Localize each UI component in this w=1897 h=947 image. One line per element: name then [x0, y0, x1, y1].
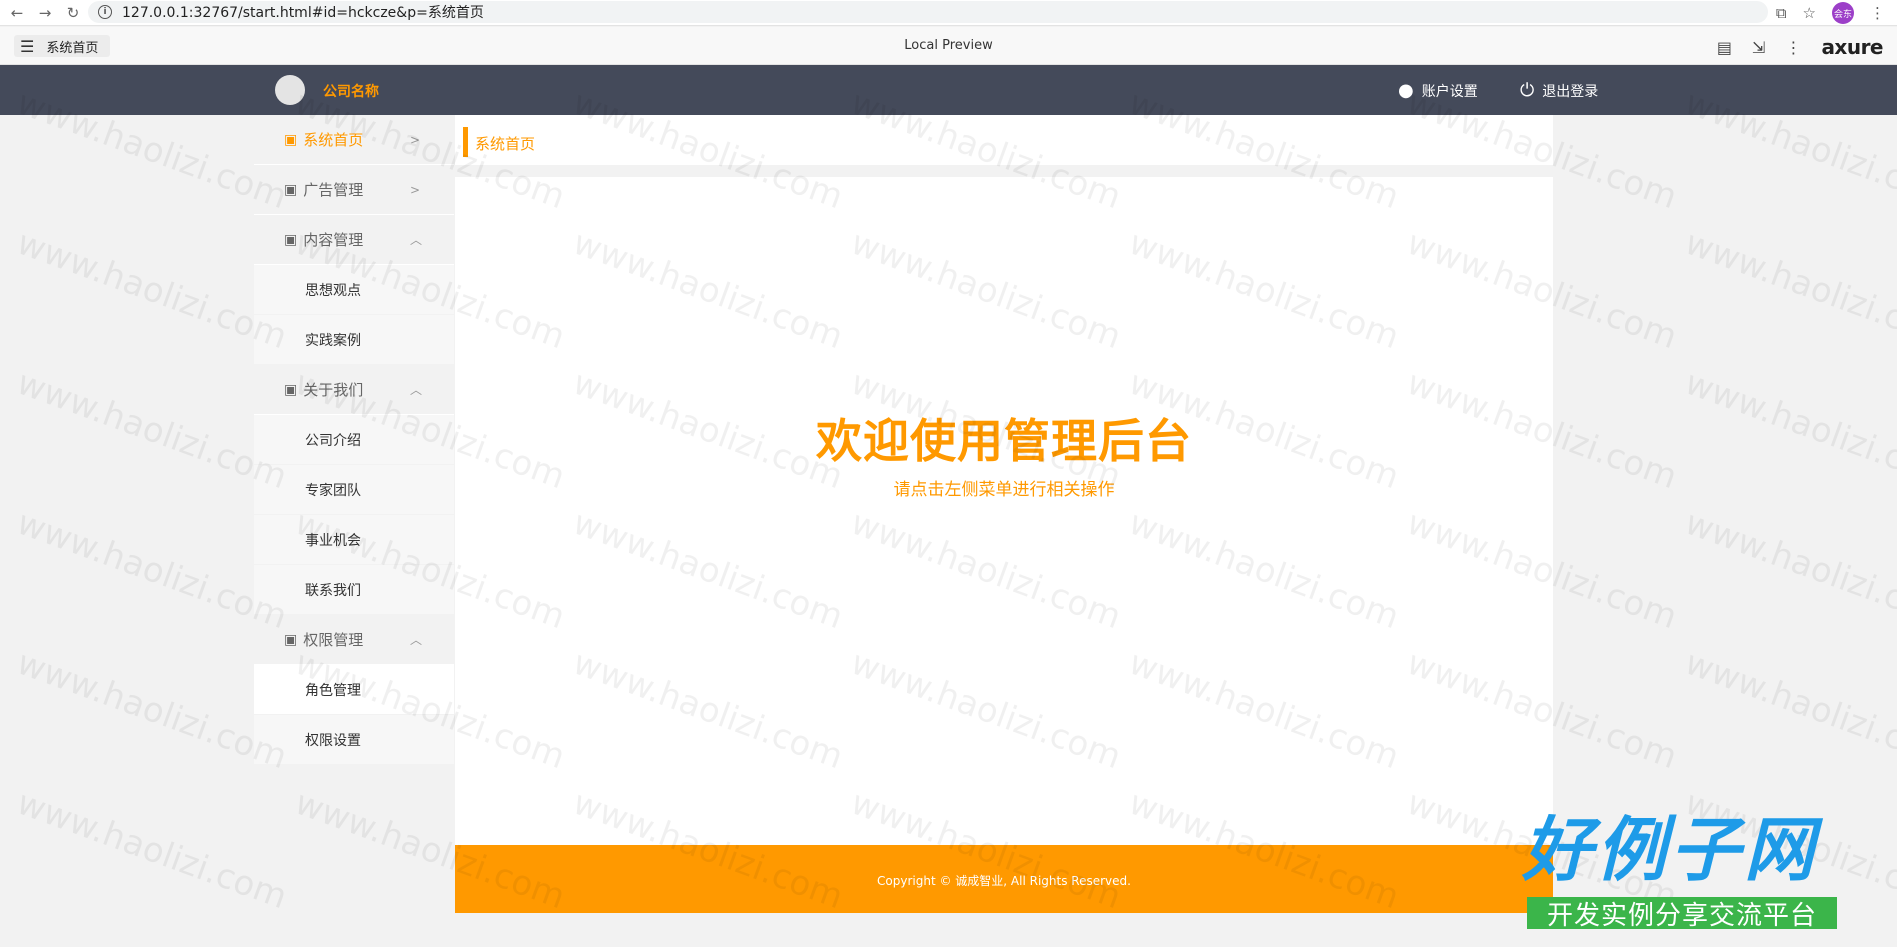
watermark-text: www.haolizi.com [11, 362, 293, 498]
menu-label: 关于我们 [303, 381, 364, 399]
app-header: 公司名称 ● 账户设置 ⏻ 退出登录 [0, 65, 1897, 115]
watermark-text: www.haolizi.com [1679, 502, 1897, 638]
sidebar-subitem-cases[interactable]: 实践案例 [254, 315, 454, 365]
menu-label: 广告管理 [303, 181, 364, 199]
sidebar-item-content[interactable]: ▣ 内容管理 ︿ [254, 215, 454, 265]
user-icon: ● [1398, 80, 1414, 101]
forward-icon[interactable]: → [34, 2, 56, 24]
url-text: 127.0.0.1:32767/start.html#id=hckcze&p=系… [122, 5, 484, 21]
watermark-text: www.haolizi.com [1679, 222, 1897, 358]
chevron-up-icon: ︿ [410, 633, 423, 647]
watermark-text: www.haolizi.com [11, 502, 293, 638]
watermark-text: www.haolizi.com [1679, 642, 1897, 778]
sidebar: ▣ 系统首页 > ▣ 广告管理 > ▣ 内容管理 ︿ 思想观点 实践案例 ▣ 关… [254, 115, 454, 913]
sidebar-item-about[interactable]: ▣ 关于我们 ︿ [254, 365, 454, 415]
more-options-icon[interactable]: ⋮ [1785, 38, 1801, 57]
preview-label: Local Preview [904, 38, 993, 53]
sidebar-subitem-roles[interactable]: 角色管理 [254, 665, 454, 715]
axure-toolbar: ☰ 系统首页 Local Preview ▤ ⇲ ⋮ axure [0, 27, 1897, 65]
watermark-text: www.haolizi.com [1679, 362, 1897, 498]
info-icon[interactable]: i [98, 5, 112, 19]
sidebar-subitem-company-intro[interactable]: 公司介绍 [254, 415, 454, 465]
menu-label: 系统首页 [303, 131, 364, 149]
newspaper-icon: ▣ [284, 131, 298, 148]
company-name: 公司名称 [323, 84, 379, 100]
logout-label: 退出登录 [1542, 83, 1599, 100]
footer: Copyright © 诚成智业, All Rights Reserved. [455, 845, 1553, 913]
watermark-text: www.haolizi.com [11, 642, 293, 778]
brand-watermark-main: 好例子网 [1522, 809, 1818, 891]
sidebar-subitem-viewpoints[interactable]: 思想观点 [254, 265, 454, 315]
chevron-right-icon: > [410, 182, 421, 197]
back-icon[interactable]: ← [6, 2, 28, 24]
menu-label: 内容管理 [303, 231, 364, 249]
newspaper-icon: ▣ [284, 181, 298, 198]
notes-icon[interactable]: ▤ [1717, 38, 1732, 57]
sidebar-subitem-permission-settings[interactable]: 权限设置 [254, 715, 454, 765]
sidebar-item-home[interactable]: ▣ 系统首页 > [254, 115, 454, 165]
brand-watermark: 好例子网 开发实例分享交流平台 [1520, 809, 1837, 935]
chevron-up-icon: ︿ [410, 383, 423, 397]
power-icon: ⏻ [1520, 80, 1535, 101]
adapt-view-icon[interactable]: ⇲ [1752, 38, 1765, 57]
sidebar-subitem-experts[interactable]: 专家团队 [254, 465, 454, 515]
company-logo [275, 75, 305, 105]
watermark-text: www.haolizi.com [11, 782, 293, 918]
star-icon[interactable]: ☆ [1803, 4, 1816, 22]
logout-button[interactable]: ⏻ 退出登录 [1520, 80, 1598, 101]
welcome-subtitle: 请点击左侧菜单进行相关操作 [893, 480, 1115, 500]
sidebar-item-ads[interactable]: ▣ 广告管理 > [254, 165, 454, 215]
profile-avatar[interactable]: 会东 [1832, 2, 1854, 24]
account-settings-label: 账户设置 [1421, 83, 1478, 100]
breadcrumb-accent [463, 127, 468, 157]
account-settings-button[interactable]: ● 账户设置 [1398, 80, 1478, 101]
reload-icon[interactable]: ↻ [62, 2, 84, 24]
sidebar-item-permissions[interactable]: ▣ 权限管理 ︿ [254, 615, 454, 665]
newspaper-icon: ▣ [284, 381, 298, 398]
browser-actions: ⧉ ☆ 会东 ⋮ [1776, 2, 1885, 24]
welcome-title: 欢迎使用管理后台 [816, 414, 1192, 468]
sidebar-subitem-contact[interactable]: 联系我们 [254, 565, 454, 615]
brand-watermark-sub: 开发实例分享交流平台 [1527, 897, 1837, 931]
breadcrumb: 系统首页 [455, 115, 1553, 165]
copyright-text: Copyright © 诚成智业, All Rights Reserved. [877, 874, 1131, 888]
translate-icon[interactable]: ⧉ [1776, 4, 1787, 22]
watermark-text: www.haolizi.com [11, 222, 293, 358]
newspaper-icon: ▣ [284, 631, 298, 648]
menu-label: 权限管理 [303, 631, 364, 649]
newspaper-icon: ▣ [284, 231, 298, 248]
browser-toolbar: ← → ↻ i 127.0.0.1:32767/start.html#id=hc… [0, 0, 1897, 26]
more-vert-icon[interactable]: ⋮ [1870, 4, 1885, 22]
axure-actions: ▤ ⇲ ⋮ axure [1717, 35, 1884, 59]
axure-logo: axure [1821, 35, 1883, 59]
chevron-right-icon: > [410, 132, 421, 147]
sidebar-subitem-careers[interactable]: 事业机会 [254, 515, 454, 565]
main-panel: 欢迎使用管理后台 请点击左侧菜单进行相关操作 [455, 177, 1553, 845]
address-bar[interactable]: i 127.0.0.1:32767/start.html#id=hckcze&p… [88, 1, 1768, 23]
chevron-up-icon: ︿ [410, 233, 423, 247]
breadcrumb-text: 系统首页 [475, 135, 536, 153]
